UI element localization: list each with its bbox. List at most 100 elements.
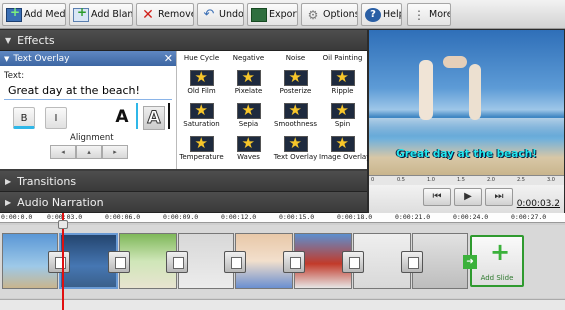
sepia-thumb-icon bbox=[236, 103, 261, 119]
export-label: Export bbox=[269, 9, 298, 20]
options-button[interactable]: ⚙ Options bbox=[301, 3, 358, 26]
tick-label: 0:00:18.0 bbox=[337, 213, 373, 221]
skip-forward-button[interactable]: ⏭ bbox=[485, 188, 513, 206]
effect-smoothness[interactable]: Smoothness bbox=[272, 102, 319, 131]
temperature-thumb-icon bbox=[189, 136, 214, 152]
effect-label: Noise bbox=[285, 54, 306, 62]
add-slide-button[interactable]: ➜ + Add Slide bbox=[463, 235, 524, 287]
playback-controls: ⏮ ▶ ⏭ 0:00:03.2 bbox=[369, 185, 564, 215]
tick-label: 0:00:0.0 bbox=[1, 213, 33, 221]
person-figure bbox=[469, 64, 481, 120]
outline-color-label: A bbox=[147, 108, 161, 129]
export-button[interactable]: Export bbox=[247, 3, 298, 26]
effect-text-overlay[interactable]: Text Overlay bbox=[272, 135, 319, 164]
effect-oil-painting[interactable]: Oil Painting bbox=[319, 54, 366, 64]
image-overlay-thumb-icon bbox=[330, 136, 355, 152]
effect-posterize[interactable]: Posterize bbox=[272, 69, 319, 98]
playhead-handle[interactable] bbox=[58, 220, 68, 229]
transition-button[interactable] bbox=[283, 251, 305, 273]
skip-forward-icon: ⏭ bbox=[494, 191, 504, 202]
remove-button[interactable]: ✕ Remove bbox=[136, 3, 194, 26]
undo-button[interactable]: ↶ Undo bbox=[197, 3, 244, 26]
outline-color-swatch bbox=[168, 103, 170, 129]
align-center-button[interactable]: ▴ bbox=[76, 145, 102, 159]
text-overlay-header[interactable]: ▼ Text Overlay ✕ bbox=[0, 51, 176, 66]
transition-button[interactable] bbox=[48, 251, 70, 273]
bold-button[interactable]: B bbox=[13, 107, 35, 129]
more-button[interactable]: ⋮ More bbox=[407, 3, 451, 26]
effect-sepia[interactable]: Sepia bbox=[225, 102, 272, 131]
options-icon: ⚙ bbox=[307, 7, 319, 22]
effect-hue-cycle[interactable]: Hue Cycle bbox=[178, 54, 225, 64]
overlay-preview-text: Great day at the beach! bbox=[396, 148, 537, 160]
person-figure bbox=[419, 60, 433, 120]
transitions-header[interactable]: ▶ Transitions bbox=[0, 171, 367, 192]
more-icon: ⋮ bbox=[413, 7, 425, 22]
ruler-label: 0 bbox=[371, 177, 375, 183]
ruler-label: 0.5 bbox=[397, 177, 405, 183]
effect-saturation[interactable]: Saturation bbox=[178, 102, 225, 131]
chevron-down-icon: ▼ bbox=[5, 35, 12, 45]
effects-content: ▼Text Overlay✕ Text: B I A A Alignment ◂… bbox=[0, 51, 370, 169]
effect-noise[interactable]: Noise bbox=[272, 54, 319, 64]
effect-ripple[interactable]: Ripple bbox=[319, 69, 366, 98]
tick-label: 0:00:09.0 bbox=[163, 213, 199, 221]
ruler-label: 1.0 bbox=[427, 177, 435, 183]
preview-ruler[interactable]: 0 0.5 1.0 1.5 2.0 2.5 3.0 bbox=[369, 175, 564, 185]
chevron-right-icon: ▶ bbox=[5, 176, 12, 186]
text-color-label: A bbox=[115, 107, 129, 127]
effect-old-film[interactable]: Old Film bbox=[178, 69, 225, 98]
chevron-right-icon: ▶ bbox=[5, 197, 12, 207]
add-slide-label: Add Slide bbox=[480, 274, 514, 282]
effect-label: Hue Cycle bbox=[183, 54, 220, 62]
video-preview[interactable]: Great day at the beach! bbox=[369, 30, 564, 175]
effects-grid: Hue Cycle Negative Noise Oil Painting Ol… bbox=[178, 51, 370, 169]
close-icon[interactable]: ✕ bbox=[164, 51, 173, 66]
audio-track[interactable] bbox=[0, 299, 565, 310]
bold-label: B bbox=[20, 113, 28, 124]
play-button[interactable]: ▶ bbox=[454, 188, 482, 206]
effect-label: Posterize bbox=[279, 87, 312, 95]
transitions-title: Transitions bbox=[17, 174, 77, 188]
add-blank-button[interactable]: Add Blank bbox=[69, 3, 133, 26]
timeline-ruler[interactable]: 0:00:0.0 0:00:03.0 0:00:06.0 0:00:09.0 0… bbox=[0, 213, 565, 223]
transition-button[interactable] bbox=[166, 251, 188, 273]
preview-panel: Great day at the beach! 0 0.5 1.0 1.5 2.… bbox=[368, 30, 565, 215]
text-color-button[interactable]: A bbox=[111, 106, 133, 130]
effect-waves[interactable]: Waves bbox=[225, 135, 272, 164]
effects-header[interactable]: ▼ Effects bbox=[0, 30, 367, 51]
arrow-right-icon: ➜ bbox=[463, 255, 477, 269]
align-left-button[interactable]: ◂ bbox=[50, 145, 76, 159]
alignment-label: Alignment bbox=[70, 133, 114, 143]
audio-narration-header[interactable]: ▶ Audio Narration bbox=[0, 192, 367, 213]
transition-button[interactable] bbox=[342, 251, 364, 273]
more-label: More bbox=[429, 9, 451, 20]
overlay-text-input[interactable] bbox=[4, 81, 172, 100]
ruler-label: 3.0 bbox=[547, 177, 555, 183]
italic-button[interactable]: I bbox=[45, 107, 67, 129]
timeline: 0:00:0.0 0:00:03.0 0:00:06.0 0:00:09.0 0… bbox=[0, 213, 565, 310]
effect-temperature[interactable]: Temperature bbox=[178, 135, 225, 164]
saturation-thumb-icon bbox=[189, 103, 214, 119]
skip-back-button[interactable]: ⏮ bbox=[423, 188, 451, 206]
effect-spin[interactable]: Spin bbox=[319, 102, 366, 131]
audio-narration-title: Audio Narration bbox=[17, 195, 104, 209]
effect-pixelate[interactable]: Pixelate bbox=[225, 69, 272, 98]
outline-color-button[interactable]: A bbox=[143, 106, 165, 130]
effect-negative[interactable]: Negative bbox=[225, 54, 272, 64]
tick-label: 0:00:27.0 bbox=[511, 213, 547, 221]
plus-icon: + bbox=[490, 238, 511, 266]
add-media-button[interactable]: Add Media bbox=[2, 3, 66, 26]
transition-button[interactable] bbox=[224, 251, 246, 273]
transition-button[interactable] bbox=[108, 251, 130, 273]
effect-image-overlay[interactable]: Image Overlay bbox=[319, 135, 370, 164]
effect-label: Spin bbox=[334, 120, 351, 128]
toolbar: Add Media Add Blank ✕ Remove ↶ Undo Export… bbox=[0, 0, 565, 29]
align-right-button[interactable]: ▸ bbox=[102, 145, 128, 159]
playback-time: 0:00:03.2 bbox=[516, 199, 560, 209]
beach-waves bbox=[369, 118, 564, 136]
spin-thumb-icon bbox=[330, 103, 355, 119]
help-button[interactable]: ?Help bbox=[361, 3, 402, 26]
effect-label: Pixelate bbox=[234, 87, 263, 95]
transition-button[interactable] bbox=[401, 251, 423, 273]
